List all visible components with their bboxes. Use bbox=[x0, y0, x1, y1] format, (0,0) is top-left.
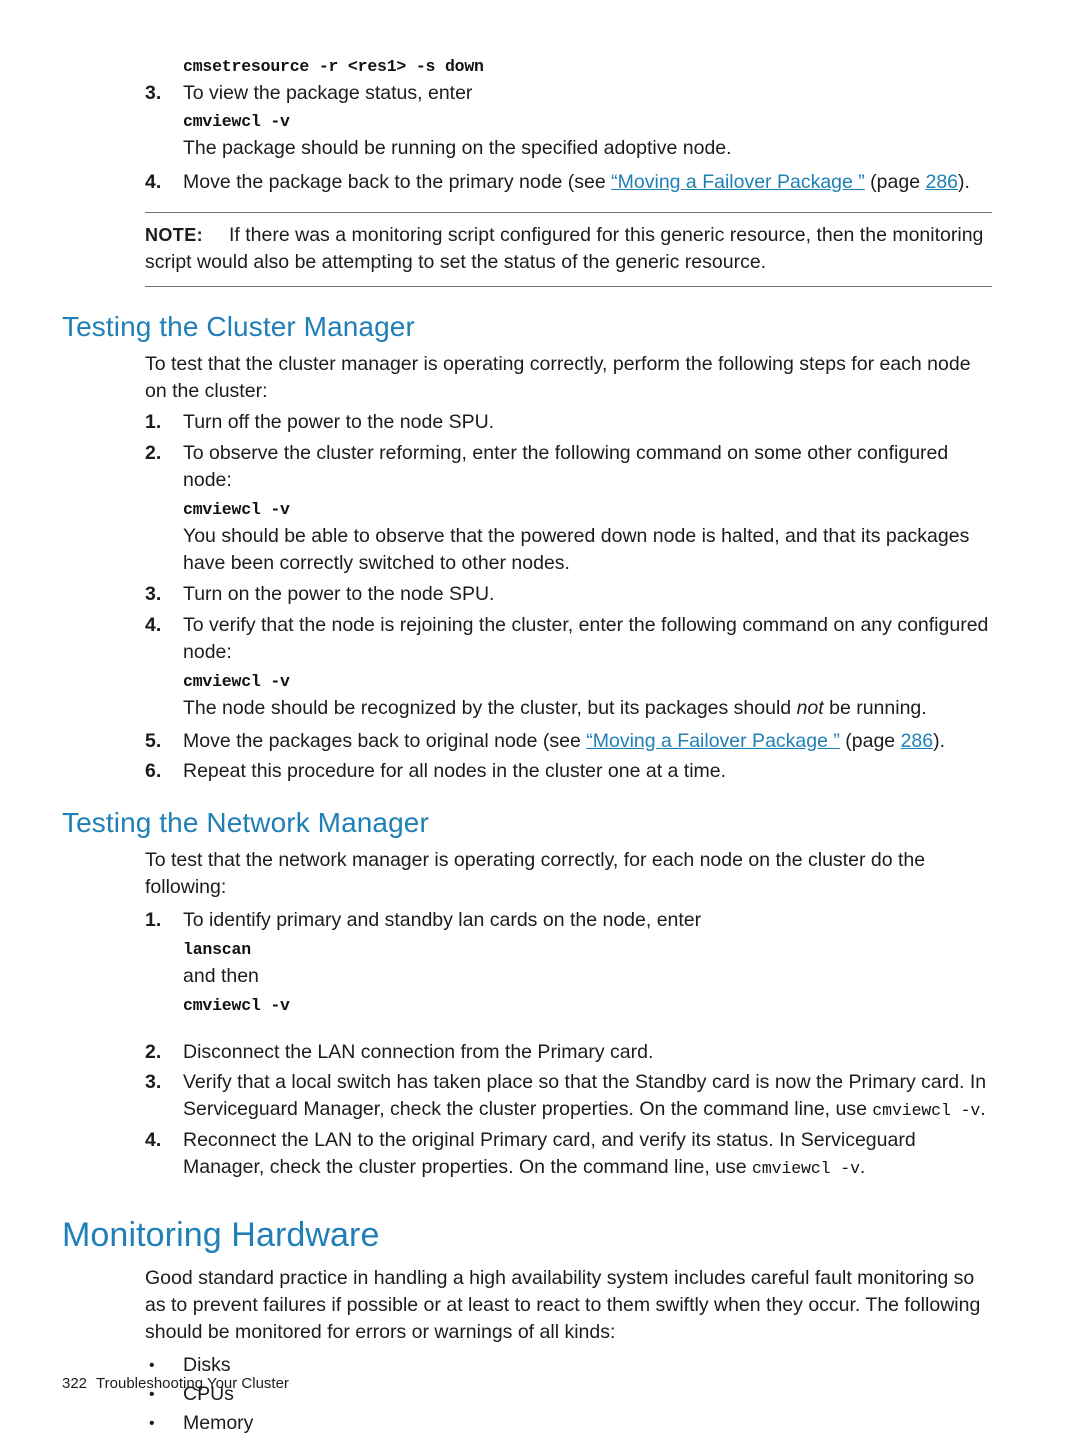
text-fragment: Verify that a local switch has taken pla… bbox=[183, 1071, 987, 1120]
list-number: 6. bbox=[145, 760, 162, 782]
list-number: 1. bbox=[145, 411, 162, 433]
list-item: 3. Turn on the power to the node SPU. bbox=[145, 581, 992, 608]
note-content: NOTE: If there was a monitoring script co… bbox=[145, 222, 992, 276]
paragraph-cluster-intro: To test that the cluster manager is oper… bbox=[145, 353, 971, 402]
bullet-icon: • bbox=[149, 1415, 155, 1432]
list-number: 4. bbox=[145, 614, 162, 636]
list-text: Move the packages back to original node … bbox=[183, 728, 992, 755]
list-item: 2. To observe the cluster reforming, ent… bbox=[145, 440, 992, 494]
document-page: cmsetresource -r <res1> -s down 3. To vi… bbox=[0, 0, 1080, 1438]
list-text: Repeat this procedure for all nodes in t… bbox=[183, 760, 727, 782]
inline-command-cmviewcl: cmviewcl -v bbox=[752, 1159, 860, 1178]
command-cmviewcl-4: cmviewcl -v bbox=[183, 996, 290, 1015]
list-item: 1. Turn off the power to the node SPU. bbox=[145, 409, 992, 436]
page-footer: 322 Troubleshooting Your Cluster bbox=[62, 1375, 289, 1392]
list-item: 2. Disconnect the LAN connection from th… bbox=[145, 1039, 992, 1066]
list-text: Move the package back to the primary nod… bbox=[183, 169, 992, 196]
bullet-text: Memory bbox=[183, 1412, 254, 1434]
command-cmviewcl-3: cmviewcl -v bbox=[183, 672, 290, 691]
footer-page-number: 322 bbox=[62, 1375, 88, 1392]
text-fragment: (page bbox=[864, 171, 926, 193]
list-text: Turn on the power to the node SPU. bbox=[183, 583, 495, 605]
command-lanscan: lanscan bbox=[183, 940, 251, 959]
emphasis-not: not bbox=[796, 697, 824, 719]
list-text: To verify that the node is rejoining the… bbox=[183, 614, 989, 663]
paragraph-observe-halted: You should be able to observe that the p… bbox=[183, 525, 970, 574]
list-text: Turn off the power to the node SPU. bbox=[183, 411, 495, 433]
list-text: To identify primary and standby lan card… bbox=[183, 909, 702, 931]
text-fragment: Move the packages back to original node … bbox=[183, 730, 587, 752]
link-page-286[interactable]: 286 bbox=[925, 171, 958, 193]
text-fragment: . bbox=[859, 1156, 866, 1178]
command-cmsetresource: cmsetresource -r <res1> -s down bbox=[183, 57, 484, 76]
paragraph-node-recognized: The node should be recognized by the clu… bbox=[183, 695, 992, 722]
list-number: 3. bbox=[145, 82, 162, 104]
heading-testing-network-manager: Testing the Network Manager bbox=[62, 807, 429, 838]
text-fragment: Move the package back to the primary nod… bbox=[183, 171, 612, 193]
heading-monitoring-hardware: Monitoring Hardware bbox=[62, 1216, 380, 1254]
link-moving-failover-package[interactable]: “Moving a Failover Package ” bbox=[586, 730, 840, 752]
list-item: • Memory bbox=[145, 1410, 992, 1437]
list-number: 5. bbox=[145, 730, 162, 752]
list-number: 2. bbox=[145, 442, 162, 464]
paragraph-package-running: The package should be running on the spe… bbox=[183, 137, 732, 159]
list-item: 6. Repeat this procedure for all nodes i… bbox=[145, 758, 992, 785]
link-moving-failover-package[interactable]: “Moving a Failover Package ” bbox=[611, 171, 865, 193]
text-fragment: (page bbox=[839, 730, 901, 752]
list-item: 3. Verify that a local switch has taken … bbox=[145, 1069, 992, 1124]
command-cmviewcl-2: cmviewcl -v bbox=[183, 500, 290, 519]
footer-title: Troubleshooting Your Cluster bbox=[96, 1375, 289, 1392]
list-number: 2. bbox=[145, 1041, 162, 1063]
note-text: If there was a monitoring script configu… bbox=[145, 224, 984, 273]
list-number: 3. bbox=[145, 583, 162, 605]
command-cmviewcl-1: cmviewcl -v bbox=[183, 112, 290, 131]
bullet-text: Disks bbox=[183, 1354, 231, 1376]
text-fragment: be running. bbox=[823, 697, 927, 719]
list-item: 4. Move the package back to the primary … bbox=[145, 169, 992, 196]
text-fragment: ). bbox=[958, 171, 970, 193]
heading-testing-cluster-manager: Testing the Cluster Manager bbox=[62, 311, 415, 342]
text-fragment: The node should be recognized by the clu… bbox=[183, 697, 797, 719]
list-number: 3. bbox=[145, 1071, 162, 1093]
bullet-text: CPUs bbox=[183, 1383, 234, 1405]
list-item: 3. To view the package status, enter bbox=[145, 80, 992, 107]
list-item: 1. To identify primary and standby lan c… bbox=[145, 907, 992, 934]
list-number: 1. bbox=[145, 909, 162, 931]
text-fragment: ). bbox=[933, 730, 946, 752]
list-item: 5. Move the packages back to original no… bbox=[145, 728, 992, 755]
text-fragment: . bbox=[980, 1098, 986, 1120]
inline-command-cmviewcl: cmviewcl -v bbox=[872, 1101, 981, 1120]
list-item: 4. To verify that the node is rejoining … bbox=[145, 612, 992, 666]
list-text: Disconnect the LAN connection from the P… bbox=[183, 1041, 654, 1063]
list-text: Reconnect the LAN to the original Primar… bbox=[183, 1127, 992, 1182]
link-page-286[interactable]: 286 bbox=[901, 730, 934, 752]
list-number: 4. bbox=[145, 1129, 162, 1151]
paragraph-monitoring-intro: Good standard practice in handling a hig… bbox=[145, 1267, 981, 1343]
paragraph-network-intro: To test that the network manager is oper… bbox=[145, 849, 926, 898]
list-text: Verify that a local switch has taken pla… bbox=[183, 1069, 992, 1124]
list-text: To observe the cluster reforming, enter … bbox=[183, 442, 949, 491]
paragraph-and-then: and then bbox=[183, 965, 259, 987]
list-text: To view the package status, enter bbox=[183, 82, 473, 104]
note-box: NOTE: If there was a monitoring script co… bbox=[145, 212, 992, 287]
list-number: 4. bbox=[145, 171, 162, 193]
list-item: 4. Reconnect the LAN to the original Pri… bbox=[145, 1127, 992, 1182]
note-label: NOTE: bbox=[145, 225, 203, 245]
